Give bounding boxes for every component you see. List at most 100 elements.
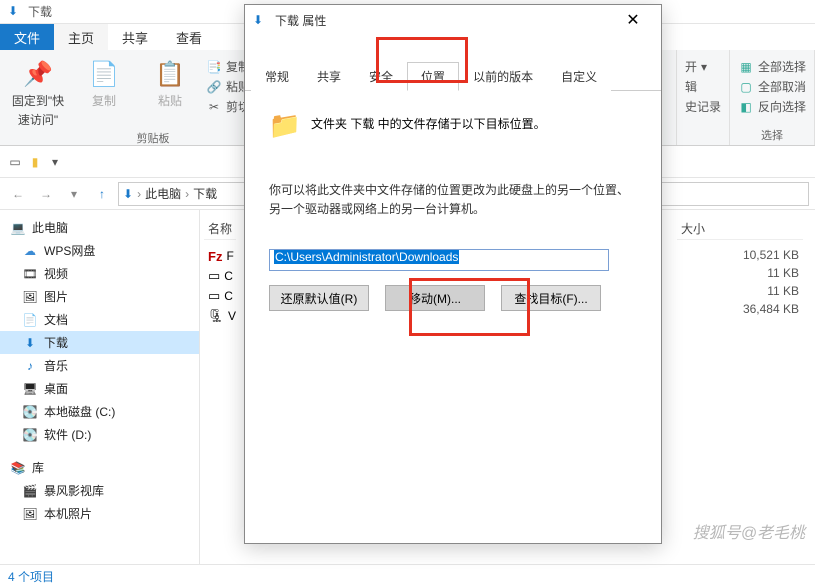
tab-share[interactable]: 共享 [303,62,355,91]
copy-icon: 📄 [88,58,120,90]
dialog-titlebar[interactable]: ⬇ 下载 属性 ✕ [245,5,661,35]
chevron-right-icon: › [185,187,189,201]
library-icon: 📚 [10,460,26,476]
copy-button[interactable]: 📄 复制 [74,54,134,128]
tree-desktop[interactable]: 🖥桌面 [0,377,199,400]
tab-general[interactable]: 常规 [251,62,303,91]
tree-pictures[interactable]: 🖼图片 [0,285,199,308]
file-row[interactable]: 🗜V [204,306,236,326]
nav-tree[interactable]: 💻此电脑 ☁WPS网盘 🎞视频 🖼图片 📄文档 ⬇下载 ♪音乐 🖥桌面 💽本地磁… [0,210,200,564]
group-open-partial: 开 ▾ 辑 史记录 [676,50,730,145]
invert-button[interactable]: ◧反向选择 [738,98,806,115]
col-size[interactable]: 大小 [677,218,803,240]
tab-share[interactable]: 共享 [108,24,162,50]
video-icon: 🎬 [22,483,38,499]
desktop-icon: 🖥 [22,381,38,397]
tree-library[interactable]: 📚库 [0,456,199,479]
watermark: 搜狐号@老毛桃 [693,519,805,543]
group-select: ▦全部选择 ▢全部取消 ◧反向选择 选择 [730,50,815,145]
downloads-icon: ⬇ [8,4,24,20]
dialog-title: 下载 属性 [275,12,613,29]
selectall-button[interactable]: ▦全部选择 [738,58,806,75]
location-icon: ⬇ [123,187,133,201]
crumb-downloads[interactable]: 下载 [193,185,217,202]
edit-button-partial[interactable]: 辑 [685,78,721,95]
file-row[interactable]: ▭C [204,286,236,306]
history-button-partial[interactable]: 史记录 [685,98,721,115]
folder-icon: 📁 [269,109,301,141]
pin-icon: 📌 [22,58,54,90]
restore-default-button[interactable]: 还原默认值(R) [269,285,369,311]
qat-icon[interactable]: ▭ [6,153,24,171]
pictures-icon: 🖼 [22,289,38,305]
tree-diskc[interactable]: 💽本地磁盘 (C:) [0,400,199,423]
quick-access-toolbar: ▭ ▮ ▾ [6,153,64,171]
qat-folder-icon[interactable]: ▮ [26,153,44,171]
video-icon: 🎞 [22,266,38,282]
document-icon: 📄 [22,312,38,328]
tab-security[interactable]: 安全 [355,62,407,91]
group-label-select: 选择 [738,127,806,143]
file-row[interactable]: FzF [204,246,236,266]
archive-icon: 🗜 [208,308,224,324]
tab-file[interactable]: 文件 [0,24,54,50]
tab-previous[interactable]: 以前的版本 [459,62,547,91]
move-button[interactable]: 移动(M)... [385,285,485,311]
size-cell: 11 KB [677,282,803,300]
open-button-partial[interactable]: 开 ▾ [685,58,721,75]
tree-documents[interactable]: 📄文档 [0,308,199,331]
tree-baofeng[interactable]: 🎬暴风影视库 [0,479,199,502]
forward-button[interactable]: → [34,182,58,206]
pin-quickaccess-button[interactable]: 📌 固定到"快 速访问" [8,54,68,128]
close-icon: ✕ [626,10,639,30]
pictures-icon: 🖼 [22,506,38,522]
paste-icon: 📋 [154,58,186,90]
tree-video[interactable]: 🎞视频 [0,262,199,285]
dialog-body: 📁 文件夹 下载 中的文件存储于以下目标位置。 你可以将此文件夹中文件存储的位置… [245,91,661,329]
item-count: 4 个项目 [8,568,54,585]
file-icon: ▭ [208,288,220,304]
qat-dropdown-icon[interactable]: ▾ [46,153,64,171]
close-button[interactable]: ✕ [613,6,653,34]
location-path-input[interactable]: C:\Users\Administrator\Downloads [269,249,609,271]
up-button[interactable]: ↑ [90,182,114,206]
tab-location[interactable]: 位置 [407,62,459,91]
recent-dropdown[interactable]: ▾ [62,182,86,206]
tree-wps[interactable]: ☁WPS网盘 [0,239,199,262]
tree-music[interactable]: ♪音乐 [0,354,199,377]
chevron-right-icon: › [137,187,141,201]
scissors-icon: ✂ [206,99,222,115]
location-description-1: 文件夹 下载 中的文件存储于以下目标位置。 [311,109,546,132]
selectnone-button[interactable]: ▢全部取消 [738,78,806,95]
invert-icon: ◧ [738,99,754,115]
col-name[interactable]: 名称 [204,218,236,240]
tree-thispc[interactable]: 💻此电脑 [0,216,199,239]
find-target-button[interactable]: 查找目标(F)... [501,285,601,311]
shortcut-icon: 🔗 [206,79,222,95]
tab-home[interactable]: 主页 [54,24,108,50]
pc-icon: 💻 [10,220,26,236]
tab-custom[interactable]: 自定义 [547,62,611,91]
back-button[interactable]: ← [6,182,30,206]
location-description-2: 你可以将此文件夹中文件存储的位置更改为此硬盘上的另一个位置、另一个驱动器或网络上… [269,181,637,219]
tree-downloads[interactable]: ⬇下载 [0,331,199,354]
paste-button[interactable]: 📋 粘贴 [140,54,200,128]
downloads-icon: ⬇ [253,13,269,27]
selectnone-icon: ▢ [738,79,754,95]
cloud-icon: ☁ [22,243,38,259]
file-icon: ▭ [208,268,220,284]
tree-localpics[interactable]: 🖼本机照片 [0,502,199,525]
tab-view[interactable]: 查看 [162,24,216,50]
drive-icon: 💽 [22,404,38,420]
dialog-tabs: 常规 共享 安全 位置 以前的版本 自定义 [245,61,661,91]
drive-icon: 💽 [22,427,38,443]
size-cell: 11 KB [677,264,803,282]
size-cell: 36,484 KB [677,300,803,318]
crumb-pc[interactable]: 此电脑 [145,185,181,202]
size-cell: 10,521 KB [677,246,803,264]
downloads-icon: ⬇ [22,335,38,351]
selectall-icon: ▦ [738,59,754,75]
tree-diskd[interactable]: 💽软件 (D:) [0,423,199,446]
status-bar: 4 个项目 [0,564,815,588]
file-row[interactable]: ▭C [204,266,236,286]
